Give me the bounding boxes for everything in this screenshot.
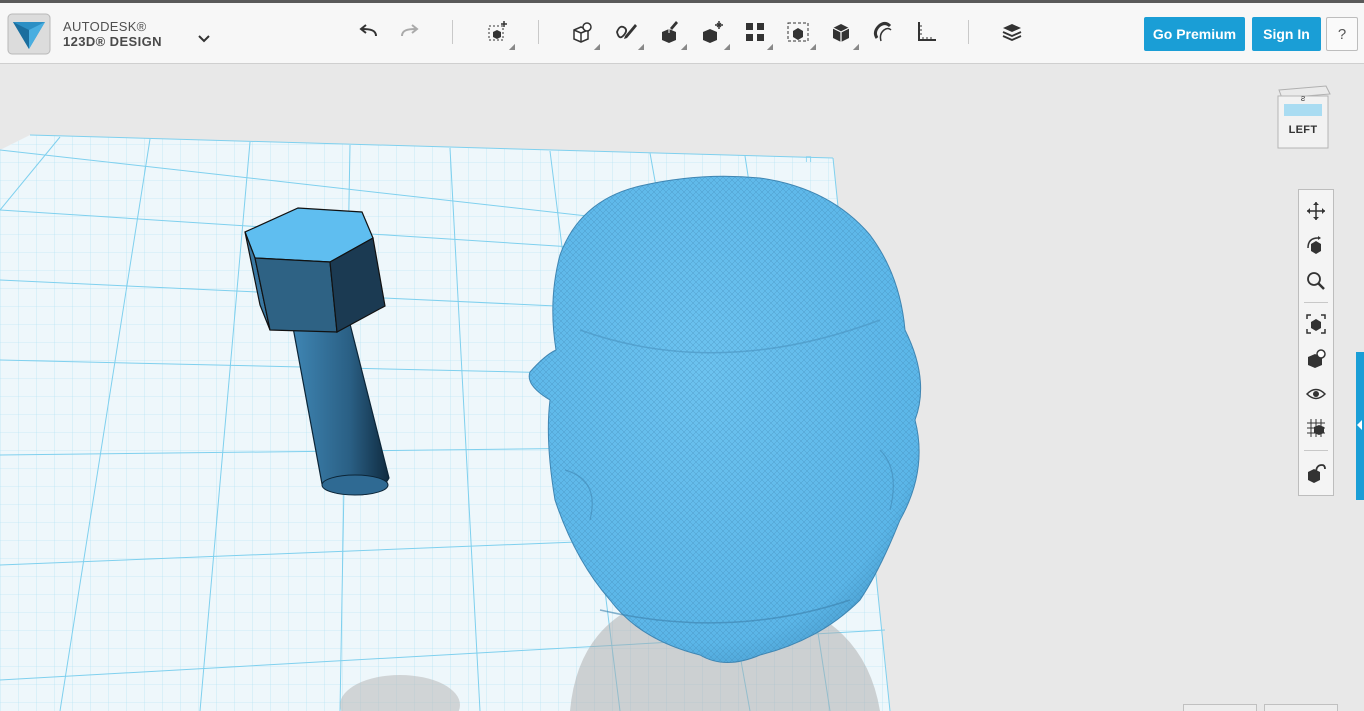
modify-tool-button[interactable]: ◢	[696, 16, 730, 51]
primitives-icon	[573, 22, 592, 43]
fit-view-button[interactable]	[1304, 312, 1328, 336]
orbit-icon	[1307, 236, 1321, 254]
dropdown-indicator: ◢	[766, 42, 773, 51]
bottom-tab-2[interactable]	[1264, 704, 1338, 711]
app-logo-icon[interactable]	[7, 13, 51, 55]
dropdown-indicator: ◢	[637, 42, 644, 51]
fit-view-icon	[1306, 314, 1326, 334]
go-premium-button[interactable]: Go Premium	[1144, 17, 1245, 51]
zoom-selected-button[interactable]	[1304, 347, 1328, 371]
combine-tool-button[interactable]: ◢	[825, 16, 859, 51]
redo-button[interactable]	[394, 16, 426, 48]
view-cube-face-label: LEFT	[1288, 124, 1318, 136]
dropdown-indicator: ◢	[508, 42, 515, 51]
snap-tool-button[interactable]	[867, 16, 899, 48]
layers-material-icon	[1002, 24, 1022, 41]
view-cube[interactable]: ƨ LEFT	[1274, 82, 1332, 152]
zoom-cube-icon	[1308, 349, 1326, 368]
construct-icon	[662, 21, 678, 43]
dropdown-indicator: ◢	[593, 42, 600, 51]
main-menu-chevron-down-icon[interactable]	[194, 28, 214, 48]
navigation-bar	[1298, 189, 1334, 496]
pan-arrows-icon	[1307, 202, 1325, 220]
scene-canvas: ⊓	[0, 134, 922, 711]
nav-divider	[1304, 302, 1328, 303]
top-toolbar: AUTODESK® 123D® DESIGN ◢ ◢ ◢ ◢ ◢ ◢ ◢ ◢ G…	[0, 0, 1364, 64]
brand-line-1: AUTODESK®	[63, 19, 147, 34]
sketch-pencil-icon	[616, 24, 637, 39]
bottom-tab-1[interactable]	[1183, 704, 1257, 711]
toolbar-divider	[968, 20, 969, 44]
measure-tool-button[interactable]	[910, 16, 942, 48]
side-panel-toggle[interactable]	[1356, 352, 1364, 500]
dropdown-indicator: ◢	[680, 42, 687, 51]
material-tool-button[interactable]	[996, 16, 1028, 48]
grid-material-button[interactable]	[1304, 416, 1328, 440]
app-window: AUTODESK® 123D® DESIGN ◢ ◢ ◢ ◢ ◢ ◢ ◢ ◢ G…	[0, 0, 1364, 711]
brand-line-2: 123D® DESIGN	[63, 34, 162, 49]
transform-tool-button[interactable]: ◢	[481, 16, 515, 51]
brand-title: AUTODESK® 123D® DESIGN	[63, 19, 162, 49]
combine-icon	[832, 24, 850, 42]
magnet-icon	[873, 22, 892, 42]
sign-in-button[interactable]: Sign In	[1252, 17, 1321, 51]
grid-view-icon	[1307, 419, 1325, 437]
pattern-tool-button[interactable]: ◢	[739, 16, 773, 51]
undo-button[interactable]	[352, 16, 384, 48]
dropdown-indicator: ◢	[723, 42, 730, 51]
3d-viewport[interactable]: ⊓	[0, 65, 1364, 711]
grouping-tool-button[interactable]: ◢	[782, 16, 816, 51]
grid-corner-marker: ⊓	[805, 154, 812, 164]
svg-text:ƨ: ƨ	[1301, 93, 1306, 103]
transform-box-icon	[488, 21, 507, 41]
snap-view-button[interactable]	[1304, 461, 1328, 485]
ruler-icon	[918, 22, 936, 41]
dropdown-indicator: ◢	[809, 42, 816, 51]
primitives-tool-button[interactable]: ◢	[566, 16, 600, 51]
dropdown-indicator: ◢	[852, 42, 859, 51]
nav-divider	[1304, 450, 1328, 451]
toolbar-divider	[538, 20, 539, 44]
sketch-tool-button[interactable]: ◢	[610, 16, 644, 51]
visibility-button[interactable]	[1304, 382, 1328, 406]
eye-icon	[1306, 388, 1326, 400]
cube-magnet-icon	[1308, 464, 1326, 483]
grouping-icon	[787, 22, 809, 42]
help-button[interactable]: ?	[1326, 17, 1358, 51]
pattern-icon	[746, 23, 764, 41]
toolbar-divider	[452, 20, 453, 44]
zoom-button[interactable]	[1304, 269, 1328, 293]
magnifier-icon	[1307, 272, 1325, 290]
modify-icon	[703, 21, 723, 43]
undo-icon	[359, 24, 377, 37]
redo-icon	[401, 24, 419, 37]
pan-button[interactable]	[1304, 199, 1328, 223]
orbit-button[interactable]	[1304, 234, 1328, 258]
view-cube-icon: ƨ	[1277, 85, 1331, 149]
construct-tool-button[interactable]: ◢	[653, 16, 687, 51]
